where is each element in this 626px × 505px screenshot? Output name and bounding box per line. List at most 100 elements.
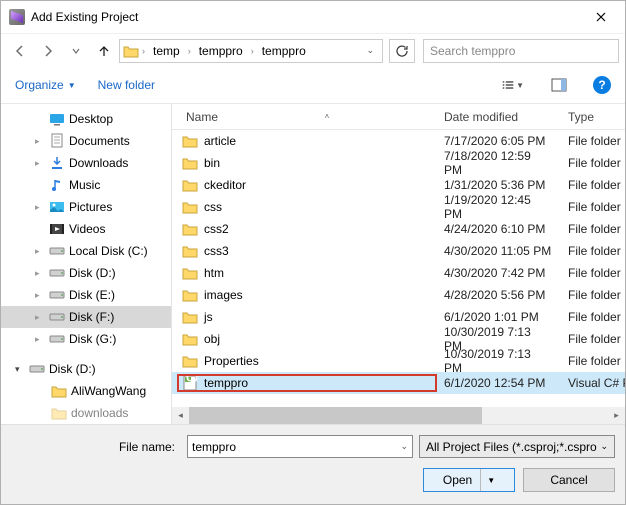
file-row[interactable]: css3 4/30/2020 11:05 PMFile folder: [172, 240, 625, 262]
scroll-thumb[interactable]: [189, 407, 482, 424]
file-date: 4/30/2020 11:05 PM: [436, 244, 560, 258]
file-type: File folder: [560, 244, 625, 258]
nav-tree[interactable]: Desktop Documents Downloads Music Pictur…: [1, 104, 171, 424]
file-name: css3: [204, 244, 229, 258]
tree-disk-d2[interactable]: Disk (D:): [1, 358, 171, 380]
organize-menu[interactable]: Organize▼: [15, 78, 76, 92]
file-type: File folder: [560, 156, 625, 170]
filename-input[interactable]: temppro ⌄: [187, 435, 413, 458]
hscrollbar[interactable]: ◂ ▸: [172, 407, 625, 424]
csproj-icon: C#: [182, 375, 198, 391]
file-row[interactable]: htm4/30/2020 7:42 PMFile folder: [172, 262, 625, 284]
folder-icon: [182, 243, 198, 259]
file-date: 7/17/2020 6:05 PM: [436, 134, 560, 148]
chevron-right-icon[interactable]: ›: [186, 46, 193, 56]
tree-downloads[interactable]: Downloads: [1, 152, 171, 174]
view-options-button[interactable]: ▼: [501, 74, 525, 96]
chevron-right-icon[interactable]: ›: [140, 46, 147, 56]
file-date: 10/30/2019 7:13 PM: [436, 347, 560, 375]
crumb-3[interactable]: temppro: [256, 40, 312, 62]
breadcrumb-bar[interactable]: › temp › temppro › temppro ⌄: [119, 39, 383, 63]
tree-videos[interactable]: Videos: [1, 218, 171, 240]
file-row[interactable]: Properties10/30/2019 7:13 PMFile folder: [172, 350, 625, 372]
open-button[interactable]: Open ▼: [423, 468, 515, 492]
file-row[interactable]: C#temppro6/1/2020 12:54 PMVisual C# Pro: [172, 372, 625, 394]
help-button[interactable]: ?: [593, 76, 611, 94]
folder-icon: [182, 265, 198, 281]
body: Desktop Documents Downloads Music Pictur…: [1, 103, 625, 424]
new-folder-button[interactable]: New folder: [98, 78, 155, 92]
header-date[interactable]: Date modified: [436, 110, 560, 124]
file-name: images: [204, 288, 243, 302]
folder-icon: [182, 287, 198, 303]
desktop-icon: [49, 111, 65, 127]
up-button[interactable]: [91, 38, 117, 64]
file-list[interactable]: article7/17/2020 6:05 PMFile folderbin7/…: [172, 130, 625, 407]
file-name: js: [204, 310, 213, 324]
breadcrumb-drop[interactable]: ⌄: [360, 45, 380, 56]
crumb-1[interactable]: temp: [147, 40, 186, 62]
pictures-icon: [49, 199, 65, 215]
folder-icon: [182, 155, 198, 171]
file-name: bin: [204, 156, 220, 170]
file-date: 7/18/2020 12:59 PM: [436, 149, 560, 177]
file-type: File folder: [560, 134, 625, 148]
header-type[interactable]: Type: [560, 110, 625, 124]
search-input[interactable]: Search temppro: [423, 39, 619, 63]
tree-pictures[interactable]: Pictures: [1, 196, 171, 218]
titlebar: Add Existing Project: [1, 1, 625, 33]
file-name: htm: [204, 266, 224, 280]
chevron-down-icon: ⌄: [600, 441, 608, 452]
chevron-right-icon[interactable]: ›: [249, 46, 256, 56]
folder-icon: [182, 177, 198, 193]
scroll-right-icon[interactable]: ▸: [608, 407, 625, 424]
recent-drop[interactable]: [63, 38, 89, 64]
folder-icon: [122, 42, 140, 60]
file-row[interactable]: images4/28/2020 5:56 PMFile folder: [172, 284, 625, 306]
file-date: 6/1/2020 12:54 PM: [436, 376, 560, 390]
file-filter-select[interactable]: All Project Files (*.csproj;*.cspro ⌄: [419, 435, 615, 458]
header-name[interactable]: Name˄: [178, 110, 436, 124]
file-type: File folder: [560, 354, 625, 368]
file-date: 4/28/2020 5:56 PM: [436, 288, 560, 302]
folder-icon: [182, 353, 198, 369]
videos-icon: [49, 221, 65, 237]
dialog-window: Add Existing Project › temp › temppro › …: [0, 0, 626, 505]
tree-disk-e[interactable]: Disk (E:): [1, 284, 171, 306]
crumb-2[interactable]: temppro: [193, 40, 249, 62]
drive-icon: [49, 287, 65, 303]
tree-disk-d[interactable]: Disk (D:): [1, 262, 171, 284]
forward-button[interactable]: [35, 38, 61, 64]
file-row[interactable]: bin 7/18/2020 12:59 PMFile folder: [172, 152, 625, 174]
tree-aliwang[interactable]: AliWangWang: [1, 380, 171, 402]
refresh-button[interactable]: [389, 39, 415, 63]
file-date: 4/30/2020 7:42 PM: [436, 266, 560, 280]
file-row[interactable]: css1/19/2020 12:45 PMFile folder: [172, 196, 625, 218]
tree-desktop[interactable]: Desktop: [1, 108, 171, 130]
file-name: css: [204, 200, 222, 214]
split-drop-icon[interactable]: ▼: [480, 469, 495, 491]
tree-downloads2[interactable]: downloads: [1, 402, 171, 424]
tree-local-c[interactable]: Local Disk (C:): [1, 240, 171, 262]
tree-disk-g[interactable]: Disk (G:): [1, 328, 171, 350]
music-icon: [49, 177, 65, 193]
scroll-left-icon[interactable]: ◂: [172, 407, 189, 424]
preview-pane-button[interactable]: [547, 74, 571, 96]
tree-music[interactable]: Music: [1, 174, 171, 196]
back-button[interactable]: [7, 38, 33, 64]
tree-documents[interactable]: Documents: [1, 130, 171, 152]
file-row[interactable]: css24/24/2020 6:10 PMFile folder: [172, 218, 625, 240]
file-name: obj: [204, 332, 220, 346]
cancel-button[interactable]: Cancel: [523, 468, 615, 492]
folder-icon: [51, 383, 67, 399]
close-button[interactable]: [579, 2, 623, 32]
column-headers: Name˄ Date modified Type: [172, 104, 625, 130]
drive-icon: [49, 331, 65, 347]
nav-bar: › temp › temppro › temppro ⌄ Search temp…: [1, 33, 625, 67]
sort-indicator-icon: ˄: [325, 112, 330, 121]
file-name: ckeditor: [204, 178, 246, 192]
tree-disk-f[interactable]: Disk (F:): [1, 306, 171, 328]
chevron-down-icon[interactable]: ⌄: [400, 441, 408, 452]
file-type: File folder: [560, 178, 625, 192]
folder-icon: [182, 331, 198, 347]
